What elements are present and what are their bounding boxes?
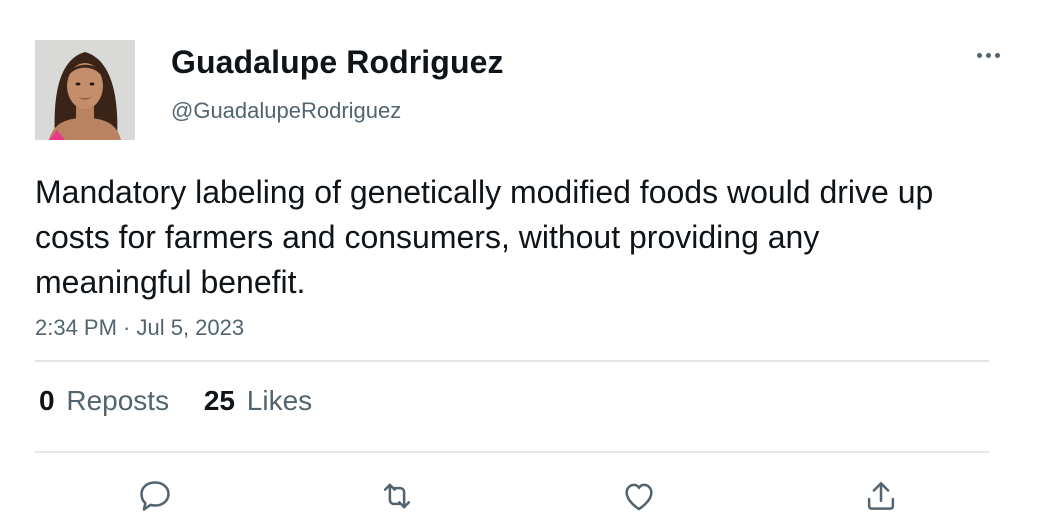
tweet-timestamp[interactable]: 2:34 PM · Jul 5, 2023 [35,315,244,341]
heart-icon [625,483,653,511]
more-options-button[interactable] [966,40,1010,70]
reposts-stat[interactable]: 0 Reposts [39,385,169,417]
avatar[interactable] [35,40,135,140]
engagement-stats: 0 Reposts 25 Likes [39,385,339,417]
tweet-text: Mandatory labeling of genetically modifi… [35,174,934,300]
speech-bubble-icon [140,481,170,511]
profile-photo-icon [35,40,135,140]
repost-arrows-icon [383,483,411,509]
author-handle[interactable]: @GuadalupeRodriguez [171,98,401,124]
share-upload-icon [867,482,895,510]
repost-button[interactable] [375,474,419,518]
share-button[interactable] [859,474,903,518]
divider [35,360,989,362]
likes-stat[interactable]: 25 Likes [204,385,312,417]
likes-label: Likes [246,385,313,416]
reposts-count: 0 [39,385,55,416]
tweet-card: Guadalupe Rodriguez @GuadalupeRodriguez … [0,0,1050,525]
likes-count: 25 [203,385,236,416]
like-button[interactable] [617,474,661,518]
reposts-label: Reposts [66,385,170,416]
author-name[interactable]: Guadalupe Rodriguez [171,44,504,81]
more-horizontal-icon [976,52,982,58]
divider [35,451,989,453]
reply-button[interactable] [133,474,177,518]
